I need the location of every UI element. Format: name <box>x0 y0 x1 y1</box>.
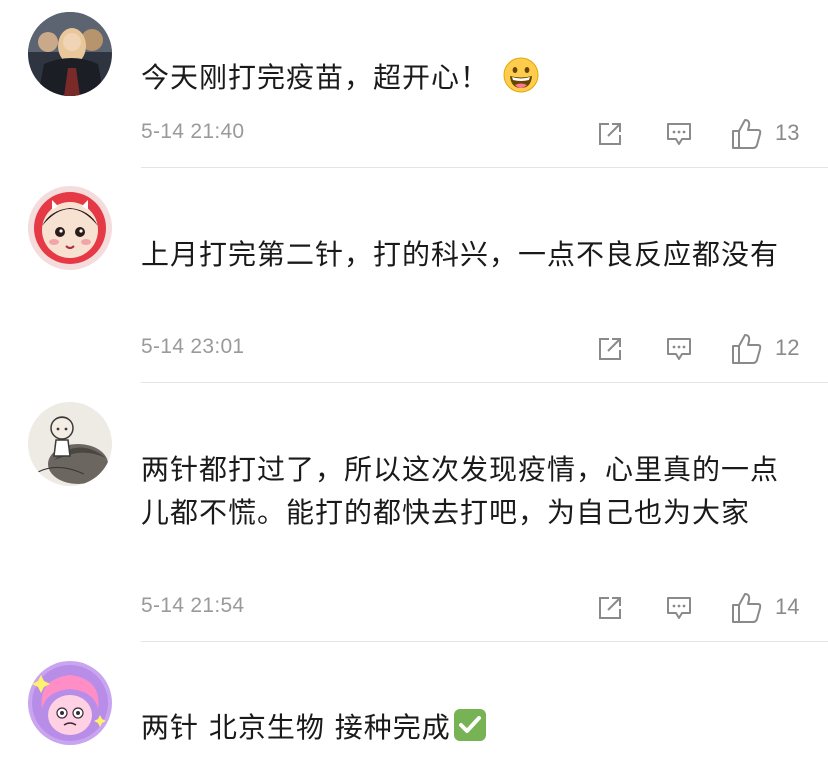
thumbs-up-icon <box>732 334 762 364</box>
comment-icon <box>667 597 691 619</box>
share-button[interactable] <box>590 588 630 628</box>
comment-icon <box>667 338 691 360</box>
comment-time: 5-14 23:01 <box>141 335 245 358</box>
avatar[interactable] <box>28 12 112 96</box>
comment-text: 两针 北京生物 接种完成 <box>141 706 788 754</box>
like-button[interactable] <box>727 114 767 154</box>
avatar[interactable] <box>28 661 112 745</box>
reply-button[interactable] <box>659 329 699 369</box>
divider <box>141 382 828 383</box>
reply-button[interactable] <box>659 588 699 628</box>
share-button[interactable] <box>590 329 630 369</box>
divider <box>141 641 828 642</box>
comment-text: 今天刚打完疫苗，超开心！ <box>141 56 788 105</box>
avatar[interactable] <box>28 402 112 486</box>
comment-meta: 5-14 23:01 12 <box>0 329 828 369</box>
avatar[interactable] <box>28 186 112 270</box>
check-mark-button-icon <box>453 708 487 754</box>
share-icon <box>599 597 621 619</box>
like-count: 14 <box>775 594 800 619</box>
comment-icon <box>667 123 691 145</box>
comment-text: 上月打完第二针，打的科兴，一点不良反应都没有 <box>141 238 780 271</box>
comment-text-content: 今天刚打完疫苗，超开心！ <box>141 61 490 94</box>
comment-time: 5-14 21:54 <box>141 594 245 617</box>
comment-text-content: 两针 北京生物 接种完成 <box>141 711 451 744</box>
comment-meta: 5-14 21:40 13 <box>0 114 828 154</box>
share-icon <box>599 338 621 360</box>
like-count: 12 <box>775 335 800 360</box>
thumbs-up-icon <box>732 593 762 623</box>
comment-meta: 5-14 21:54 14 <box>0 588 828 628</box>
like-button[interactable] <box>727 588 767 628</box>
thumbs-up-icon <box>732 119 762 149</box>
comment-text: 两针都打过了，所以这次发现疫情，心里真的一点儿都不慌。能打的都快去打吧，为自己也… <box>141 453 780 529</box>
share-button[interactable] <box>590 114 630 154</box>
grinning-face-icon <box>503 57 539 105</box>
share-icon <box>599 123 621 145</box>
comment-time: 5-14 21:40 <box>141 120 245 143</box>
like-button[interactable] <box>727 329 767 369</box>
like-count: 13 <box>775 120 800 145</box>
reply-button[interactable] <box>659 114 699 154</box>
divider <box>141 167 828 168</box>
